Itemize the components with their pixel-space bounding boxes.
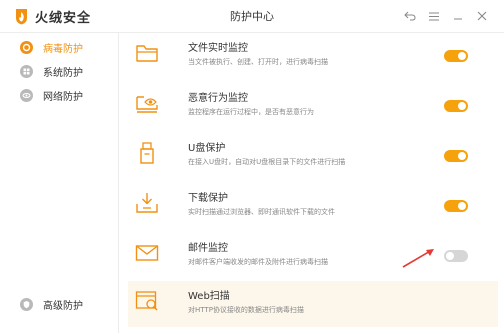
- web-scan-icon: [135, 291, 158, 311]
- toggle-knob: [458, 102, 466, 110]
- feature-title: U盘保护: [188, 143, 226, 154]
- feature-toggle[interactable]: [444, 100, 468, 112]
- close-icon: [477, 11, 487, 21]
- advanced-shield-icon: [20, 297, 33, 311]
- virus-shield-icon: [20, 40, 33, 54]
- menu-button[interactable]: [422, 7, 446, 25]
- feature-description: 在接入U盘时，自动对U盘根目录下的文件进行扫描: [188, 158, 346, 166]
- close-button[interactable]: [470, 7, 494, 25]
- title-bar: 火绒安全 防护中心: [0, 0, 504, 33]
- menu-icon: [429, 12, 439, 20]
- feature-description: 实时扫描通过浏览器、即时通讯软件下载的文件: [188, 208, 335, 216]
- sidebar: 病毒防护 系统防护 网络防护 高级防护: [0, 33, 119, 333]
- feature-toggle[interactable]: [444, 50, 468, 62]
- feature-row-usb-protection: U盘保护 在接入U盘时，自动对U盘根目录下的文件进行扫描: [128, 133, 498, 179]
- globe-icon: [20, 88, 33, 102]
- back-icon: [404, 11, 416, 21]
- window-controls: [398, 7, 494, 25]
- sidebar-item-virus-protection[interactable]: 病毒防护: [20, 38, 83, 56]
- toggle-knob: [458, 202, 466, 210]
- sidebar-item-label: 系统防护: [43, 67, 83, 79]
- feature-description: 监控程序在运行过程中，是否有恶意行为: [188, 108, 314, 116]
- minimize-icon: [454, 18, 462, 20]
- feature-title: 下载保护: [188, 193, 228, 204]
- minimize-button[interactable]: [446, 7, 470, 25]
- sidebar-item-system-protection[interactable]: 系统防护: [20, 62, 83, 80]
- feature-row-download-protection: 下载保护 实时扫描通过浏览器、即时通讯软件下载的文件: [128, 183, 498, 229]
- feature-toggle[interactable]: [444, 250, 468, 262]
- feature-title: 文件实时监控: [188, 43, 248, 54]
- feature-title: 恶意行为监控: [188, 93, 248, 104]
- sidebar-item-network-protection[interactable]: 网络防护: [20, 86, 83, 104]
- feature-title: Web扫描: [188, 291, 230, 302]
- toggle-knob: [446, 252, 454, 260]
- feature-description: 对邮件客户端收发的邮件及附件进行病毒扫描: [188, 258, 328, 266]
- feature-row-mail-monitor: 邮件监控 对邮件客户端收发的邮件及附件进行病毒扫描: [128, 233, 498, 279]
- toggle-knob: [458, 52, 466, 60]
- feature-row-behavior-monitor: 恶意行为监控 监控程序在运行过程中，是否有恶意行为: [128, 83, 498, 129]
- toggle-knob: [458, 152, 466, 160]
- feature-toggle[interactable]: [444, 200, 468, 212]
- sidebar-item-advanced-protection[interactable]: 高级防护: [20, 295, 83, 313]
- feature-row-file-monitor: 文件实时监控 当文件被执行、创建、打开时，进行病毒扫描: [128, 33, 498, 79]
- sidebar-item-label: 高级防护: [43, 300, 83, 312]
- usb-drive-icon: [140, 142, 154, 164]
- back-button[interactable]: [398, 7, 422, 25]
- mail-icon: [135, 245, 159, 261]
- protection-list: 文件实时监控 当文件被执行、创建、打开时，进行病毒扫描 恶意行为监控 监控程序在…: [119, 33, 504, 333]
- windows-icon: [20, 64, 33, 78]
- feature-description: 对HTTP协议接收的数据进行病毒扫描: [188, 306, 304, 314]
- sidebar-item-label: 病毒防护: [43, 43, 83, 55]
- feature-title: 邮件监控: [188, 243, 228, 254]
- feature-description: 当文件被执行、创建、打开时，进行病毒扫描: [188, 58, 328, 66]
- feature-toggle[interactable]: [444, 150, 468, 162]
- sidebar-item-label: 网络防护: [43, 91, 83, 103]
- app-window: 火绒安全 防护中心 病毒防护 系统防护 网络防护 高级防护 文件实时监控 当文件…: [0, 0, 504, 333]
- folder-icon: [136, 45, 158, 62]
- download-tray-icon: [136, 193, 158, 213]
- feature-row-web-scan: Web扫描 对HTTP协议接收的数据进行病毒扫描: [128, 281, 498, 327]
- monitor-eye-icon: [136, 96, 158, 113]
